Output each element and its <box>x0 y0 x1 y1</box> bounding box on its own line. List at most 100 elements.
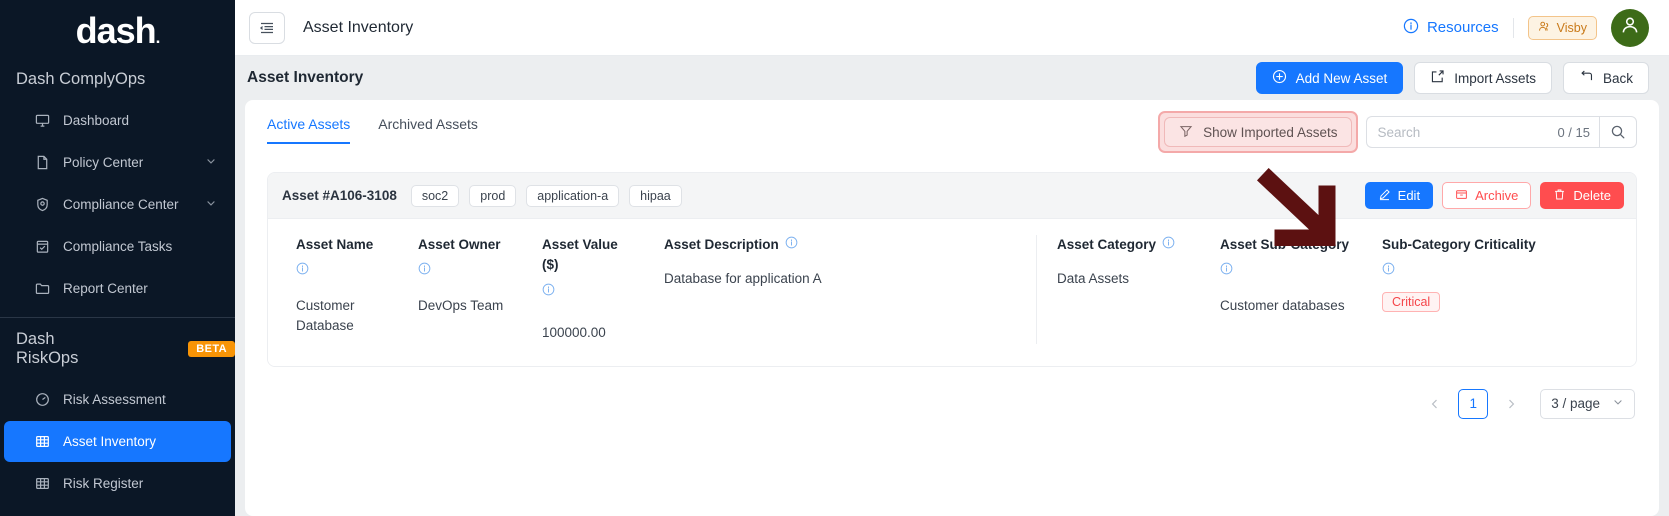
sidebar-item-label: Compliance Tasks <box>63 239 217 254</box>
tabs-row: Active Assets Archived Assets Show Impor… <box>245 100 1659 158</box>
field-label: Asset Name <box>296 235 373 255</box>
import-icon <box>1430 69 1445 87</box>
asset-tag: soc2 <box>411 185 459 207</box>
field-asset-name: Asset Name Customer Database <box>282 235 404 344</box>
info-circle-icon <box>1403 18 1419 38</box>
field-label: Asset Description <box>664 235 779 255</box>
delete-label: Delete <box>1573 188 1611 203</box>
topbar-right: Resources Visby <box>1403 9 1649 47</box>
sidebar-item-dashboard[interactable]: Dashboard <box>4 100 231 141</box>
folder-icon <box>34 281 50 297</box>
sidebar-item-report-center[interactable]: Report Center <box>4 268 231 309</box>
tab-active-assets[interactable]: Active Assets <box>267 116 350 144</box>
sidebar-divider <box>0 317 235 318</box>
page-actions: Add New Asset Import Assets Back <box>1256 62 1649 94</box>
asset-list: Asset #A106-3108 soc2 prod application-a… <box>245 158 1659 367</box>
field-value: 100000.00 <box>542 323 636 344</box>
tab-label: Archived Assets <box>378 116 478 132</box>
show-imported-assets-button[interactable]: Show Imported Assets <box>1164 117 1352 147</box>
topbar-divider <box>1513 18 1514 38</box>
pencil-icon <box>1378 188 1391 204</box>
sidebar-item-asset-inventory[interactable]: Asset Inventory <box>4 421 231 462</box>
page-size-select[interactable]: 3 / page <box>1540 389 1635 419</box>
edit-label: Edit <box>1398 188 1420 203</box>
brand-logo[interactable]: dash. <box>0 0 235 62</box>
monitor-icon <box>34 113 50 129</box>
logo-dot: . <box>156 28 160 47</box>
page-number-1[interactable]: 1 <box>1458 389 1488 419</box>
asset-card: Asset #A106-3108 soc2 prod application-a… <box>267 172 1637 367</box>
add-new-asset-button[interactable]: Add New Asset <box>1256 62 1404 94</box>
sidebar-item-compliance-center[interactable]: Compliance Center <box>4 184 231 225</box>
search-input[interactable] <box>1366 116 1548 148</box>
asset-fields-right: Asset Category Data Assets Asset Sub-Cat… <box>1043 235 1558 344</box>
resources-link[interactable]: Resources <box>1403 18 1499 38</box>
field-asset-sub-category: Asset Sub-Category Customer databases <box>1206 235 1368 344</box>
asset-fields-divider <box>1036 235 1037 344</box>
field-value: Customer databases <box>1220 296 1354 317</box>
beta-badge: BETA <box>188 341 235 357</box>
field-value: Database for application A <box>664 269 1016 290</box>
sidebar-item-compliance-tasks[interactable]: Compliance Tasks <box>4 226 231 267</box>
info-circle-icon[interactable] <box>542 282 555 302</box>
tabs: Active Assets Archived Assets <box>267 116 478 144</box>
search-count: 0 / 15 <box>1548 116 1599 148</box>
field-label: Asset Sub-Category <box>1220 235 1349 255</box>
chevron-right-icon[interactable] <box>1496 389 1526 419</box>
chevron-left-icon[interactable] <box>1420 389 1450 419</box>
avatar[interactable] <box>1611 9 1649 47</box>
asset-row-actions: Edit Archive <box>1365 182 1624 209</box>
asset-card-header: Asset #A106-3108 soc2 prod application-a… <box>268 173 1636 219</box>
sidebar-item-label: Risk Assessment <box>63 392 217 407</box>
asset-tag: application-a <box>526 185 619 207</box>
info-circle-icon[interactable] <box>296 261 309 281</box>
chevron-down-icon[interactable] <box>205 155 217 170</box>
info-circle-icon[interactable] <box>1382 261 1395 281</box>
main-area: Asset Inventory Resources Visby <box>235 0 1669 516</box>
sidebar-collapse-icon[interactable] <box>249 12 285 44</box>
archive-button[interactable]: Archive <box>1442 182 1531 209</box>
info-circle-icon[interactable] <box>1220 261 1233 281</box>
field-asset-description: Asset Description Database for applicati… <box>650 235 1030 344</box>
info-circle-icon[interactable] <box>785 235 798 255</box>
sidebar-section-label: Dash RiskOps <box>16 330 96 368</box>
field-label: Asset Value ($) <box>542 235 636 276</box>
checklist-icon <box>34 239 50 255</box>
toolbar: Show Imported Assets 0 / 15 <box>1158 116 1637 158</box>
people-icon <box>1538 20 1551 36</box>
info-circle-icon[interactable] <box>418 261 431 281</box>
import-assets-button[interactable]: Import Assets <box>1414 62 1552 94</box>
edit-button[interactable]: Edit <box>1365 182 1433 209</box>
user-avatar-icon <box>1619 14 1641 41</box>
delete-button[interactable]: Delete <box>1540 182 1624 209</box>
page-header-row: Asset Inventory Add New Asset Import Ass… <box>235 56 1669 100</box>
field-asset-owner: Asset Owner DevOps Team <box>404 235 528 344</box>
chevron-down-icon[interactable] <box>205 197 217 212</box>
field-value: Data Assets <box>1057 269 1192 290</box>
shield-icon <box>34 197 50 213</box>
field-value: Customer Database <box>296 296 390 338</box>
logo-text: dash <box>76 10 156 51</box>
show-imported-assets-label: Show Imported Assets <box>1203 125 1337 140</box>
chevron-down-icon <box>1612 396 1624 411</box>
search-icon[interactable] <box>1599 116 1637 148</box>
show-imported-assets-highlight: Show Imported Assets <box>1158 111 1358 153</box>
resources-label: Resources <box>1427 19 1499 36</box>
back-arrow-icon <box>1579 69 1594 87</box>
import-assets-label: Import Assets <box>1454 71 1536 86</box>
info-circle-icon[interactable] <box>1162 235 1175 255</box>
plus-circle-icon <box>1272 69 1287 87</box>
sidebar-item-risk-assessment[interactable]: Risk Assessment <box>4 379 231 420</box>
back-button[interactable]: Back <box>1563 62 1649 94</box>
app-root: dash. Dash ComplyOps Dashboard Policy Ce… <box>0 0 1669 516</box>
table-icon <box>34 476 50 492</box>
sidebar-item-label: Policy Center <box>63 155 192 170</box>
gauge-icon <box>34 392 50 408</box>
tab-label: Active Assets <box>267 116 350 132</box>
asset-card-body: Asset Name Customer Database Asset Owner <box>268 219 1636 366</box>
sidebar-item-policy-center[interactable]: Policy Center <box>4 142 231 183</box>
asset-tag: prod <box>469 185 516 207</box>
org-badge[interactable]: Visby <box>1528 16 1597 40</box>
sidebar-item-risk-register[interactable]: Risk Register <box>4 463 231 504</box>
tab-archived-assets[interactable]: Archived Assets <box>378 116 478 144</box>
